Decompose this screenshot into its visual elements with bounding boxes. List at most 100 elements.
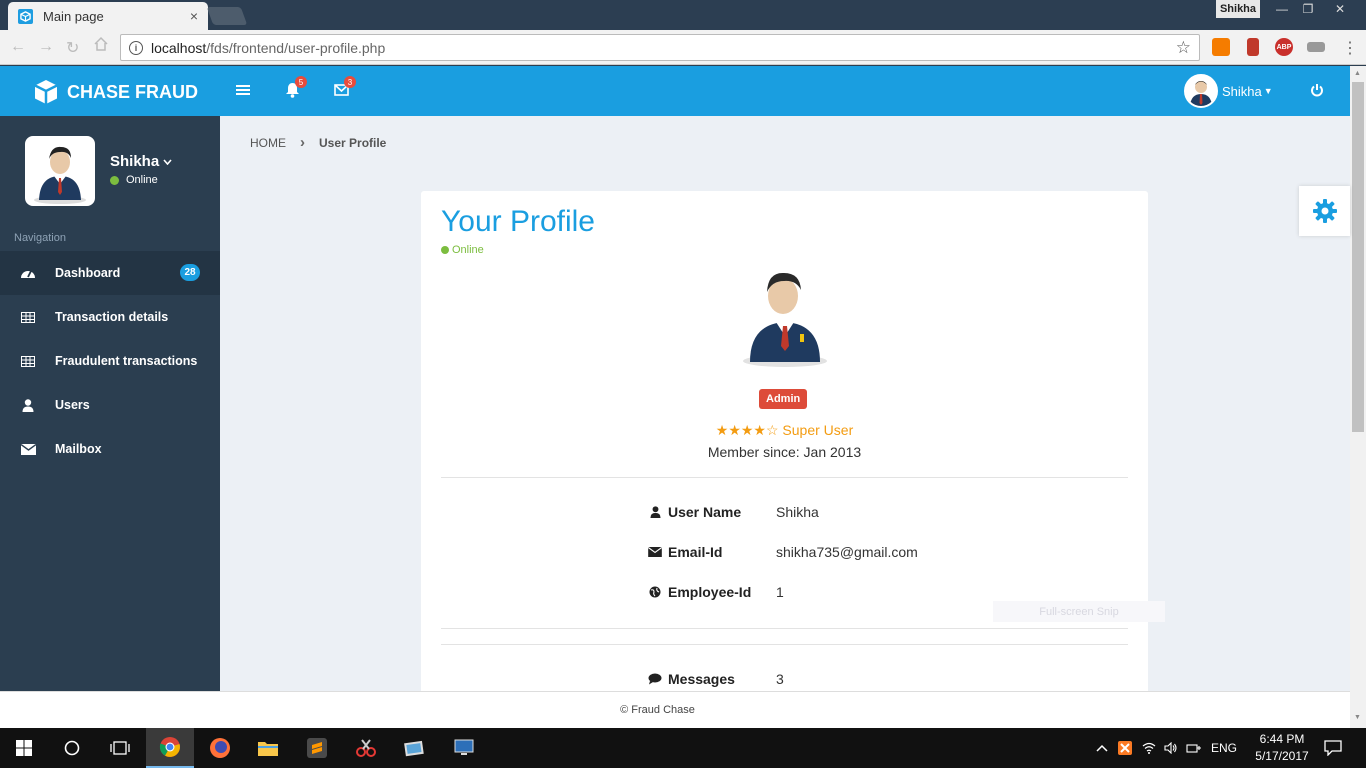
browser-tab[interactable]: Main page × [8,2,208,30]
info-row-employee-id: Employee-Id 1 [647,584,784,600]
menu-dots-icon[interactable]: ⋮ [1342,38,1358,58]
sidebar-item-dashboard[interactable]: Dashboard 28 [0,251,220,295]
info-row-username: User Name Shikha [647,504,819,520]
brand-logo[interactable]: CHASE FRAUD [32,78,198,106]
adblock-extension-icon[interactable]: ABP [1275,38,1293,56]
firefox-taskbar-icon[interactable] [196,728,244,768]
reload-icon[interactable]: ↻ [66,38,79,58]
star-rating-icon: ★★★★☆ [715,422,779,438]
scroll-up-arrow-icon[interactable]: ▲ [1354,70,1361,77]
messages-envelope-icon[interactable]: 3 [334,76,356,96]
bookmark-star-icon[interactable]: ☆ [1176,38,1191,58]
field-label: Messages [668,671,735,687]
online-status-dot-icon [110,175,119,185]
tab-title: Main page [43,8,104,24]
hamburger-menu-icon[interactable] [236,84,250,96]
comment-icon [647,673,663,685]
envelope-icon [647,547,663,557]
xampp-tray-icon[interactable] [1118,741,1132,755]
sidebar-item-fraudulent-transactions[interactable]: Fraudulent transactions [0,339,220,383]
divider [441,477,1128,478]
snipping-tool-icon[interactable] [342,728,390,768]
forward-arrow-icon[interactable]: → [38,38,54,56]
file-explorer-icon[interactable] [244,728,292,768]
new-tab-button[interactable] [206,7,248,25]
main-content: HOME › User Profile Your Profile Online … [220,116,1350,711]
snip-tooltip: Full-screen Snip [993,601,1165,622]
scrollbar-thumb[interactable] [1352,82,1364,432]
table-icon [20,355,36,367]
info-row-email: Email-Id shikha735@gmail.com [647,544,918,560]
scroll-down-arrow-icon[interactable]: ▼ [1354,714,1361,721]
windows-start-icon[interactable] [0,728,48,768]
home-icon[interactable] [93,36,109,52]
footer-text: © Fraud Chase [620,704,695,716]
chevron-down-icon [163,158,172,165]
minimize-button[interactable]: — [1268,0,1296,18]
table-icon [20,311,36,323]
sidebar-item-mailbox[interactable]: Mailbox [0,427,220,471]
sublime-text-icon[interactable] [293,728,341,768]
sidebar: Shikha Online Navigation Dashboard 28 Tr… [0,116,220,691]
vertical-scrollbar[interactable]: ▲ ▼ [1350,66,1366,728]
sidebar-item-users[interactable]: Users [0,383,220,427]
sidebar-item-label: Mailbox [55,442,102,456]
sidebar-item-label: Users [55,398,90,412]
sidebar-user-info[interactable]: Shikha Online [110,153,172,186]
nav-heading: Navigation [14,232,66,244]
language-indicator[interactable]: ENG [1211,741,1237,755]
user-icon [20,398,36,412]
taskbar-clock[interactable]: 6:44 PM 5/17/2017 [1248,731,1316,765]
address-bar[interactable]: i localhost/fds/frontend/user-profile.ph… [120,34,1200,61]
hubspot-extension-icon[interactable] [1212,38,1230,56]
chevron-up-icon[interactable] [1096,744,1108,752]
notifications-bell-icon[interactable]: 5 [285,76,307,98]
remote-desktop-icon[interactable] [440,728,488,768]
breadcrumb-home-link[interactable]: HOME [250,136,286,150]
caret-down-icon: ▼ [1263,86,1273,96]
bookmark-extension-icon[interactable] [1247,38,1259,56]
divider [441,644,1128,645]
profile-status-text: Online [452,244,484,256]
info-icon[interactable]: i [129,40,143,55]
tab-close-button[interactable]: × [190,8,198,24]
sidebar-item-transaction-details[interactable]: Transaction details [0,295,220,339]
power-logout-icon[interactable] [1310,83,1324,97]
header-user-menu[interactable]: Shikha ▼ [1184,74,1273,108]
footer: © Fraud Chase [0,691,1350,728]
sidebar-item-label: Dashboard [55,266,121,280]
cube-favicon-icon [18,8,33,24]
notification-center-icon[interactable] [1310,728,1356,768]
system-tray: ENG [1096,728,1237,768]
dashboard-count-badge: 28 [180,264,200,281]
photo-viewer-icon[interactable] [391,728,439,768]
network-monitor-icon[interactable] [1186,742,1202,754]
sidebar-avatar [25,136,95,206]
field-value: Shikha [776,504,819,520]
sidebar-item-label: Fraudulent transactions [55,354,198,368]
restore-button[interactable]: ❐ [1296,0,1320,18]
back-arrow-icon[interactable]: ← [10,38,26,56]
sidebar-item-label: Transaction details [55,310,169,324]
dashboard-icon [20,267,36,279]
settings-gear-button[interactable] [1299,186,1350,236]
header-avatar [1184,74,1218,108]
search-circle-icon[interactable] [48,728,96,768]
online-status-dot-icon [441,246,449,254]
sidebar-user-name: Shikha [110,153,160,170]
close-window-button[interactable]: ✕ [1320,0,1360,18]
cast-extension-icon[interactable] [1307,42,1325,52]
clock-time: 6:44 PM [1259,732,1305,746]
sidebar-user-status: Online [126,174,158,186]
field-label: Email-Id [668,544,723,560]
browser-profile-chip[interactable]: Shikha [1216,0,1260,18]
field-value: 3 [776,671,784,687]
chrome-taskbar-icon[interactable] [146,728,194,768]
wifi-icon[interactable] [1142,742,1156,754]
task-view-icon[interactable] [96,728,144,768]
member-since: Member since: Jan 2013 [707,444,862,460]
volume-icon[interactable] [1164,742,1178,754]
envelope-icon [20,443,36,455]
messages-count-badge: 3 [344,76,356,88]
breadcrumb-current: User Profile [319,135,387,150]
